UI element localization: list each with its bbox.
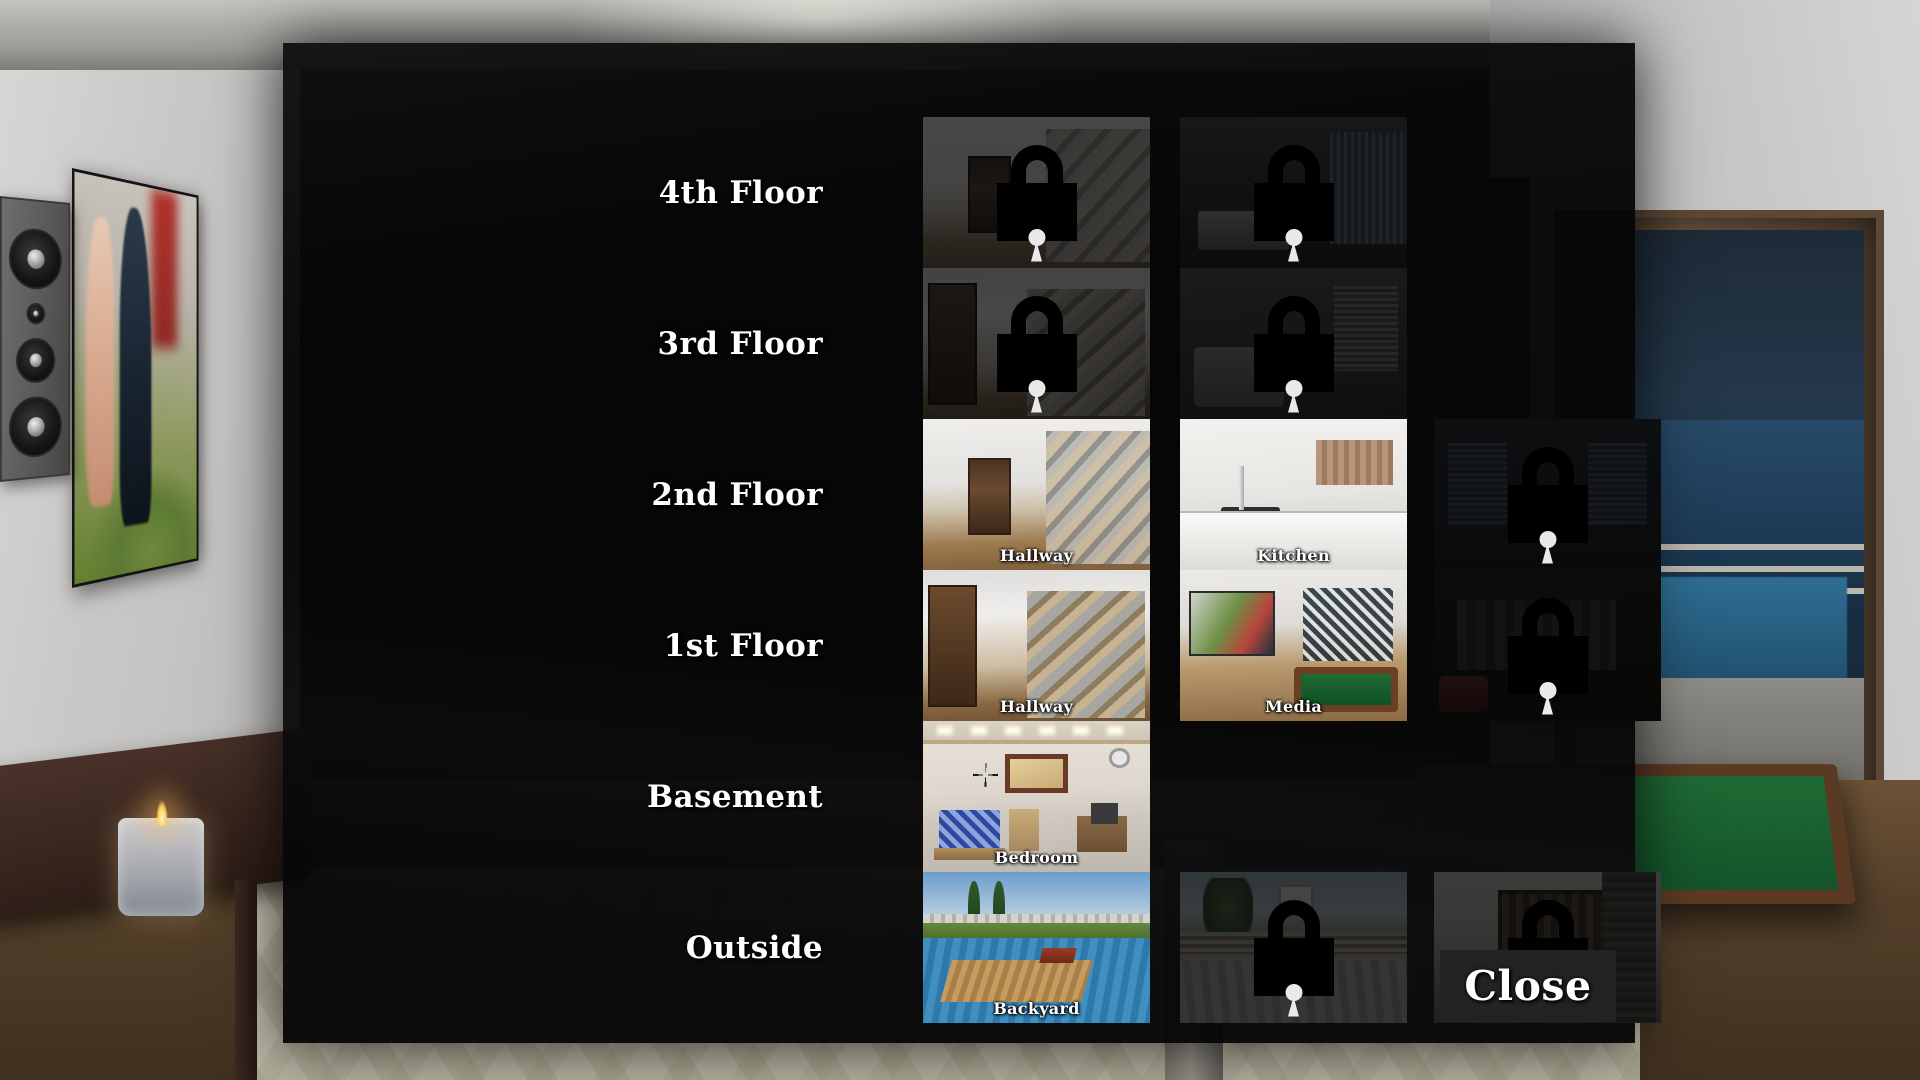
floor-label: 3rd Floor — [657, 325, 823, 362]
floor-row: Outside Backyard — [283, 872, 1661, 1023]
speaker-tweeter — [26, 302, 46, 325]
room-thumbnail[interactable]: Backyard — [923, 872, 1150, 1023]
wall-tv — [72, 168, 199, 588]
room-preview-image — [1180, 872, 1407, 1023]
room-preview-image — [1434, 570, 1661, 721]
speaker-cone — [8, 226, 62, 291]
room-thumbnail-locked[interactable] — [1180, 872, 1407, 1023]
lawn — [923, 923, 1150, 940]
floor-label: 2nd Floor — [651, 476, 823, 513]
wall-clock — [1109, 748, 1130, 768]
room-thumbnail[interactable]: Hallway — [923, 570, 1150, 721]
faucet — [1239, 465, 1245, 510]
tv-screen-image — [74, 171, 197, 585]
lounge-chair — [1039, 947, 1077, 963]
room-thumbnail-locked[interactable] — [923, 117, 1150, 268]
room-thumbnail-locked[interactable] — [1180, 117, 1407, 268]
room-thumbnail-locked[interactable] — [1180, 268, 1407, 419]
candle-jar — [118, 818, 204, 916]
bed — [938, 810, 1001, 851]
room-thumbnail[interactable]: Hallway — [923, 419, 1150, 570]
room-name-label: Backyard — [993, 999, 1080, 1018]
floor-row: 3rd Floor — [283, 268, 1635, 419]
floor-grid: 4th Floor 3rd Floor 2nd Floor Hallway Kitche… — [283, 43, 1661, 1043]
room-name-label: Bedroom — [994, 848, 1079, 867]
room-preview-image — [1434, 419, 1661, 570]
floor-row: 1st Floor Hallway Media — [283, 570, 1661, 721]
room-thumbnail-locked[interactable] — [1434, 419, 1661, 570]
room-navigation-modal: 4th Floor 3rd Floor 2nd Floor Hallway Kitche… — [283, 43, 1661, 1043]
room-thumbnail[interactable]: Bedroom — [923, 721, 1150, 872]
fence — [1180, 932, 1407, 954]
room-thumbnail[interactable]: Media — [1180, 570, 1407, 721]
speaker-cone — [15, 338, 56, 384]
room-thumbnail-locked[interactable] — [923, 268, 1150, 419]
floor-row: 2nd Floor Hallway Kitchen — [283, 419, 1661, 570]
floor-speaker — [0, 196, 71, 482]
basketball-hoop — [1277, 884, 1314, 918]
monitor — [1091, 802, 1119, 824]
room-preview-image — [923, 117, 1150, 268]
room-preview-image — [923, 268, 1150, 419]
sky — [923, 872, 1150, 918]
room-name-label: Kitchen — [1257, 546, 1330, 565]
room-preview-image — [1180, 117, 1407, 268]
floor-label: Basement — [646, 778, 823, 815]
pool-deck — [939, 959, 1093, 1002]
deck-floor — [1180, 959, 1407, 1023]
room-thumbnail-locked[interactable] — [1434, 570, 1661, 721]
close-button[interactable]: Close — [1440, 950, 1616, 1022]
floor-label: 4th Floor — [658, 174, 823, 211]
floor-label: 1st Floor — [663, 627, 823, 664]
floor-row: 4th Floor — [283, 117, 1635, 268]
dresser — [1009, 808, 1039, 851]
table-leg — [235, 880, 257, 1080]
floor-row: Basement Bedroom — [283, 721, 1635, 872]
tv-screen-highlight — [151, 188, 177, 349]
floor-label: Outside — [685, 929, 823, 966]
room-name-label: Hallway — [999, 546, 1074, 565]
star-decor — [972, 763, 998, 788]
speaker-cone — [8, 395, 62, 460]
ceiling-lights — [936, 725, 1137, 735]
room-name-label: Hallway — [999, 697, 1074, 716]
sink — [1220, 506, 1280, 531]
wall-map — [1004, 754, 1069, 794]
room-preview-image — [1180, 268, 1407, 419]
room-name-label: Media — [1264, 697, 1323, 716]
candle-flame — [156, 800, 168, 826]
room-thumbnail[interactable]: Kitchen — [1180, 419, 1407, 570]
